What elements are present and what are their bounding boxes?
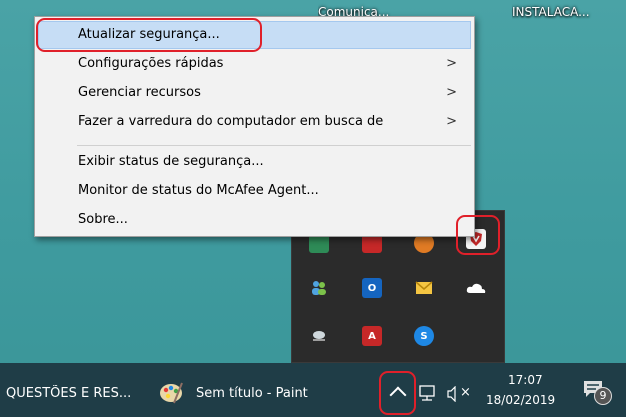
- menu-item-label: Configurações rápidas: [78, 56, 224, 71]
- skype-icon[interactable]: S: [414, 326, 434, 346]
- onedrive-icon[interactable]: [466, 278, 486, 298]
- menu-item-view-security-status[interactable]: Exibir status de segurança...: [38, 148, 471, 176]
- volume-mute-icon[interactable]: ×: [447, 384, 473, 404]
- mute-x-mark: ×: [460, 385, 471, 400]
- menu-item-manage-features[interactable]: Gerenciar recursos >: [38, 79, 471, 107]
- mcafee-context-menu: Atualizar segurança... Configurações ráp…: [34, 16, 475, 237]
- taskbar: QUESTÕES E RES... Sem título - Paint × 1…: [0, 363, 626, 417]
- chevron-up-icon: [389, 386, 407, 404]
- clock-date: 18/02/2019: [486, 393, 556, 407]
- menu-item-label: Atualizar segurança...: [78, 27, 220, 42]
- network-icon[interactable]: [417, 385, 439, 403]
- menu-item-quick-settings[interactable]: Configurações rápidas >: [38, 50, 471, 78]
- outlook-badge: O: [367, 282, 377, 294]
- adobe-icon[interactable]: A: [362, 326, 382, 346]
- desktop-icon-label-instalacao[interactable]: INSTALACA...: [512, 2, 612, 22]
- system-clock[interactable]: 17:07 18/02/2019: [484, 369, 564, 413]
- show-hidden-icons-button[interactable]: [383, 375, 413, 409]
- outlook-icon[interactable]: O: [362, 278, 382, 298]
- menu-item-label: Gerenciar recursos: [78, 85, 201, 100]
- people-icon[interactable]: [309, 278, 329, 298]
- submenu-arrow-icon: >: [446, 56, 457, 71]
- usb-eject-icon[interactable]: [309, 326, 329, 346]
- skype-badge: S: [420, 330, 428, 342]
- menu-item-label: Exibir status de segurança...: [78, 154, 264, 169]
- menu-separator: [77, 145, 471, 146]
- clock-time: 17:07: [508, 373, 543, 387]
- notification-count: 9: [599, 389, 607, 402]
- paint-app-icon: [158, 379, 184, 405]
- menu-item-update-security[interactable]: Atualizar segurança...: [38, 21, 471, 49]
- menu-item-label: Monitor de status do McAfee Agent...: [78, 183, 319, 198]
- submenu-arrow-icon: >: [446, 114, 457, 129]
- menu-item-scan-computer[interactable]: Fazer a varredura do computador em busca…: [38, 108, 471, 136]
- adobe-badge: A: [368, 330, 376, 342]
- taskbar-item-questoes[interactable]: QUESTÕES E RES...: [6, 385, 146, 403]
- menu-item-about[interactable]: Sobre...: [38, 206, 471, 234]
- notification-count-badge: 9: [594, 387, 612, 405]
- notification-center-button[interactable]: 9: [580, 377, 616, 409]
- mail-icon[interactable]: [414, 278, 434, 298]
- menu-item-label: Sobre...: [78, 212, 128, 227]
- submenu-arrow-icon: >: [446, 85, 457, 100]
- menu-item-label: Fazer a varredura do computador em busca…: [78, 114, 384, 129]
- taskbar-item-paint[interactable]: Sem título - Paint: [196, 385, 308, 403]
- menu-item-agent-status-monitor[interactable]: Monitor de status do McAfee Agent...: [38, 177, 471, 205]
